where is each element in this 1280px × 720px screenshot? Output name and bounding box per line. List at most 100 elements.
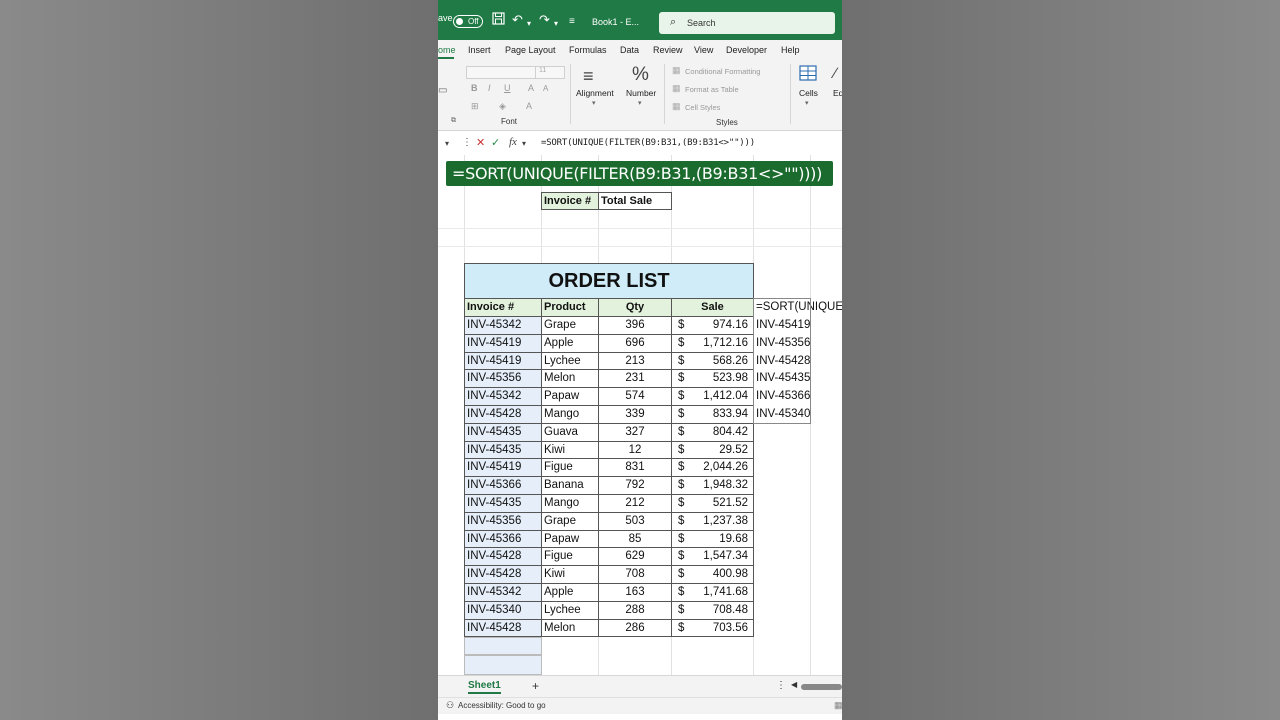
cell-product[interactable]: Mango (541, 494, 599, 513)
cell-invoice[interactable]: INV-45340 (464, 600, 542, 620)
cell-product[interactable]: Lychee (541, 351, 599, 371)
cell-sale[interactable]: $1,948.32 (671, 476, 754, 495)
horizontal-scrollbar[interactable] (801, 684, 842, 690)
conditional-formatting-button[interactable]: Conditional Formatting (685, 67, 760, 76)
cell-sale[interactable]: $1,412.04 (671, 387, 754, 406)
cell-invoice[interactable]: INV-45435 (464, 422, 542, 442)
cell-sale[interactable]: $974.16 (671, 316, 754, 335)
cell-sale[interactable]: $2,044.26 (671, 458, 754, 478)
cell-sale[interactable]: $523.98 (671, 369, 754, 389)
cell-sale[interactable]: $1,547.34 (671, 547, 754, 567)
empty-cell[interactable] (464, 655, 542, 675)
tab-view[interactable]: View (694, 45, 713, 55)
cell-product[interactable]: Mango (541, 405, 599, 424)
view-normal-icon[interactable]: ▦ (834, 700, 842, 711)
cell-invoice[interactable]: INV-45366 (464, 529, 542, 549)
cell-sale[interactable]: $804.42 (671, 422, 754, 442)
alignment-icon[interactable]: ≡ (583, 66, 594, 87)
cell-product[interactable]: Figue (541, 458, 599, 478)
cell-qty[interactable]: 831 (598, 458, 672, 478)
customize-toolbar-icon[interactable]: ≡ (569, 14, 575, 30)
cell-qty[interactable]: 286 (598, 618, 672, 638)
cell-qty[interactable]: 574 (598, 387, 672, 406)
cell-product[interactable]: Lychee (541, 600, 599, 620)
cell-qty[interactable]: 708 (598, 565, 672, 584)
cell-invoice[interactable]: INV-45366 (464, 476, 542, 495)
accessibility-status[interactable]: Accessibility: Good to go (458, 701, 546, 710)
undo-dropdown-icon[interactable]: ▾ (527, 16, 531, 32)
cell-product[interactable]: Kiwi (541, 440, 599, 460)
sheet-options-icon[interactable]: ⋮ (776, 680, 786, 691)
cell-invoice[interactable]: INV-45342 (464, 316, 542, 335)
cell-product[interactable]: Papaw (541, 529, 599, 549)
cell-sale[interactable]: $703.56 (671, 618, 754, 638)
enter-icon[interactable]: ✓ (491, 136, 500, 149)
cell-product[interactable]: Guava (541, 422, 599, 442)
cell-product[interactable]: Melon (541, 618, 599, 638)
increase-font-icon[interactable]: A (528, 83, 534, 93)
summary-total-sale-header[interactable]: Total Sale (598, 192, 672, 210)
cell-styles-icon[interactable]: ▦ (672, 101, 681, 112)
cell-qty[interactable]: 792 (598, 476, 672, 495)
cell-qty[interactable]: 213 (598, 351, 672, 371)
cell-qty[interactable]: 212 (598, 494, 672, 513)
cell-qty[interactable]: 85 (598, 529, 672, 549)
cell-sale[interactable]: $521.52 (671, 494, 754, 513)
add-sheet-button[interactable]: + (532, 679, 539, 693)
cell-sale[interactable]: $400.98 (671, 565, 754, 584)
decrease-font-icon[interactable]: A (543, 84, 548, 93)
cell-qty[interactable]: 288 (598, 600, 672, 620)
header-qty[interactable]: Qty (598, 298, 672, 317)
cell-qty[interactable]: 327 (598, 422, 672, 442)
cell-sale[interactable]: $29.52 (671, 440, 754, 460)
more-options-icon[interactable]: ⋮ (462, 137, 472, 148)
alignment-label[interactable]: Alignment (576, 88, 614, 98)
insert-function-icon[interactable]: fx (509, 136, 517, 148)
number-label[interactable]: Number (626, 88, 656, 98)
italic-icon[interactable]: I (488, 83, 491, 93)
format-as-table-button[interactable]: Format as Table (685, 85, 739, 94)
spill-value[interactable]: INV-45356 (756, 335, 810, 352)
cells-label[interactable]: Cells (799, 88, 818, 98)
clipboard-icon[interactable]: ▭ (438, 85, 447, 96)
cell-invoice[interactable]: INV-45356 (464, 511, 542, 531)
cell-product[interactable]: Grape (541, 511, 599, 531)
tab-review[interactable]: Review (653, 45, 683, 55)
editing-label[interactable]: Edi (833, 88, 842, 98)
spill-value[interactable]: INV-45340 (756, 406, 810, 423)
format-as-table-icon[interactable]: ▦ (672, 83, 681, 94)
cell-qty[interactable]: 339 (598, 405, 672, 424)
cells-icon[interactable] (799, 65, 817, 83)
spill-value[interactable]: INV-45366 (756, 388, 810, 405)
cell-invoice[interactable]: INV-45428 (464, 565, 542, 584)
spill-value[interactable]: INV-45428 (756, 353, 810, 370)
cell-styles-button[interactable]: Cell Styles (685, 103, 720, 112)
cell-product[interactable]: Grape (541, 316, 599, 335)
cell-product[interactable]: Apple (541, 333, 599, 353)
empty-cell[interactable] (464, 637, 542, 655)
underline-icon[interactable]: U (504, 83, 511, 93)
cell-invoice[interactable]: INV-45342 (464, 583, 542, 602)
bold-icon[interactable]: B (471, 83, 478, 93)
cell-invoice[interactable]: INV-45419 (464, 333, 542, 353)
conditional-formatting-icon[interactable]: ▦ (672, 65, 681, 76)
tab-page-layout[interactable]: Page Layout (505, 45, 556, 55)
save-icon[interactable] (492, 12, 505, 29)
header-invoice[interactable]: Invoice # (464, 298, 542, 317)
cell-qty[interactable]: 503 (598, 511, 672, 531)
cell-invoice[interactable]: INV-45428 (464, 405, 542, 424)
scroll-left-icon[interactable]: ◀ (791, 680, 797, 689)
cell-sale[interactable]: $833.94 (671, 405, 754, 424)
header-sale[interactable]: Sale (671, 298, 754, 317)
search-box[interactable]: ⌕ Search (659, 12, 835, 34)
cell-invoice[interactable]: INV-45419 (464, 351, 542, 371)
tab-data[interactable]: Data (620, 45, 639, 55)
font-name-box[interactable] (466, 66, 536, 79)
tab-insert[interactable]: Insert (468, 45, 491, 55)
header-product[interactable]: Product (541, 298, 599, 317)
cell-qty[interactable]: 231 (598, 369, 672, 389)
editing-icon[interactable]: ∕ (834, 65, 837, 82)
cell-product[interactable]: Banana (541, 476, 599, 495)
number-dropdown-icon[interactable]: ▾ (638, 99, 642, 107)
tab-formulas[interactable]: Formulas (569, 45, 607, 55)
